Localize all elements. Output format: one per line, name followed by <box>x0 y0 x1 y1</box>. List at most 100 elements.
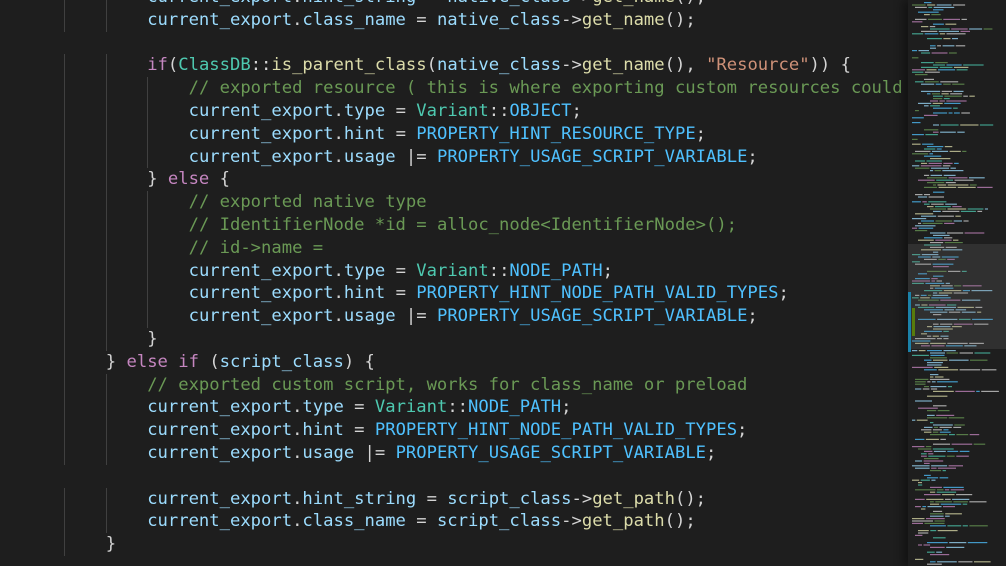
minimap-line <box>924 186 938 188</box>
minimap-line <box>981 369 997 371</box>
minimap-line <box>940 131 956 133</box>
code-token-function: get_name <box>592 0 675 7</box>
indent-guide <box>147 191 149 214</box>
minimap-line <box>969 184 977 186</box>
minimap-line <box>939 426 952 428</box>
minimap-line <box>933 6 955 8</box>
code-line-content: current_export.class_name = native_class… <box>147 9 696 32</box>
code-token-identifier: current_export <box>147 397 293 418</box>
minimap-line <box>937 489 944 491</box>
minimap-line <box>962 150 967 152</box>
code-token-constant: PROPERTY_HINT_NODE_PATH_VALID_TYPES <box>416 283 779 304</box>
minimap-line <box>915 230 928 232</box>
code-line-content: current_export.type = Variant::NODE_PATH… <box>147 396 571 419</box>
code-token-text: :: <box>488 260 510 281</box>
minimap-line <box>930 422 934 424</box>
minimap-line <box>932 150 949 152</box>
code-token-text: . <box>292 511 303 532</box>
minimap-line <box>922 506 926 508</box>
minimap-line <box>915 150 931 152</box>
minimap-line <box>915 213 934 215</box>
minimap-line <box>912 117 924 119</box>
indent-guide <box>64 236 66 260</box>
code-token-text: -> <box>571 488 593 509</box>
minimap-line <box>936 4 952 6</box>
indent-guide <box>105 191 107 214</box>
minimap-line <box>944 222 955 224</box>
minimap-viewport-slider[interactable] <box>908 244 1006 349</box>
minimap-line <box>954 162 959 164</box>
minimap-line <box>926 160 942 162</box>
minimap-line <box>953 90 964 92</box>
indent-guide <box>105 305 107 328</box>
minimap-line <box>934 376 944 378</box>
minimap-line <box>931 467 937 469</box>
minimap-line <box>927 381 931 383</box>
code-token-keyword: else <box>126 351 168 372</box>
minimap-line <box>922 222 943 224</box>
code-token-comment: // exported resource ( this is where exp… <box>188 78 908 99</box>
minimap-line <box>918 50 929 52</box>
code-token-text: { <box>209 169 230 190</box>
minimap-line <box>949 52 957 54</box>
minimap-line <box>973 443 986 445</box>
minimap-line <box>953 426 962 428</box>
code-line-content: current_export.hint = PROPERTY_HINT_NODE… <box>189 282 789 305</box>
editor-gutter[interactable] <box>0 0 22 566</box>
minimap-line <box>962 503 968 505</box>
minimap-line <box>932 93 940 95</box>
code-line-content: current_export.class_name = script_class… <box>147 510 696 533</box>
code-editor[interactable]: current_export.hint_string = native_clas… <box>0 0 908 566</box>
code-token-identifier: current_export <box>188 260 334 281</box>
minimap-line <box>955 390 975 392</box>
code-token-text: ; <box>706 442 717 463</box>
minimap-line <box>915 498 925 500</box>
minimap-line <box>915 467 930 469</box>
code-token-identifier: type <box>302 397 344 418</box>
minimap-line <box>930 174 943 176</box>
minimap-line <box>915 6 927 8</box>
code-token-text: = <box>385 100 417 121</box>
code-token-text: (); <box>664 9 696 30</box>
minimap-line <box>933 131 939 133</box>
minimap-line <box>934 426 938 428</box>
code-line-content: // IdentifierNode *id = alloc_node<Ident… <box>189 214 737 237</box>
code-token-identifier: script_class <box>436 511 562 532</box>
minimap-line <box>960 30 970 32</box>
minimap-line <box>950 93 963 95</box>
code-token-text: . <box>292 442 303 463</box>
minimap-line <box>956 455 969 457</box>
code-line-content: // exported custom script, works for cla… <box>147 374 747 397</box>
code-line-content: } <box>106 533 116 556</box>
minimap-line <box>955 215 961 217</box>
code-token-text: (); <box>664 511 696 532</box>
minimap-line <box>943 162 953 164</box>
minimap-line <box>927 506 942 508</box>
minimap-line <box>933 210 941 212</box>
minimap-line <box>942 45 955 47</box>
minimap-line <box>930 170 934 172</box>
indent-guide <box>105 236 107 260</box>
minimap-line <box>947 450 959 452</box>
minimap-line <box>915 460 923 462</box>
minimap-line <box>931 381 936 383</box>
minimap-line <box>915 225 936 227</box>
minimap-line <box>930 515 944 517</box>
code-token-identifier: current_export <box>147 420 293 441</box>
minimap-line <box>948 417 965 419</box>
code-line-content: current_export.type = Variant::NODE_PATH… <box>189 260 613 283</box>
minimap-line <box>942 470 946 472</box>
code-token-text: . <box>333 123 344 144</box>
minimap-line <box>930 45 936 47</box>
minimap[interactable] <box>908 0 1006 566</box>
code-token-identifier: class_name <box>302 9 406 30</box>
minimap-line <box>940 124 959 126</box>
minimap-line <box>931 479 936 481</box>
minimap-line <box>938 30 959 32</box>
minimap-line <box>912 138 918 140</box>
minimap-line <box>941 93 949 95</box>
code-line-content: current_export.hint_string = script_clas… <box>147 488 706 511</box>
minimap-line <box>931 203 944 205</box>
code-token-text: . <box>333 283 344 304</box>
minimap-line <box>924 450 933 452</box>
